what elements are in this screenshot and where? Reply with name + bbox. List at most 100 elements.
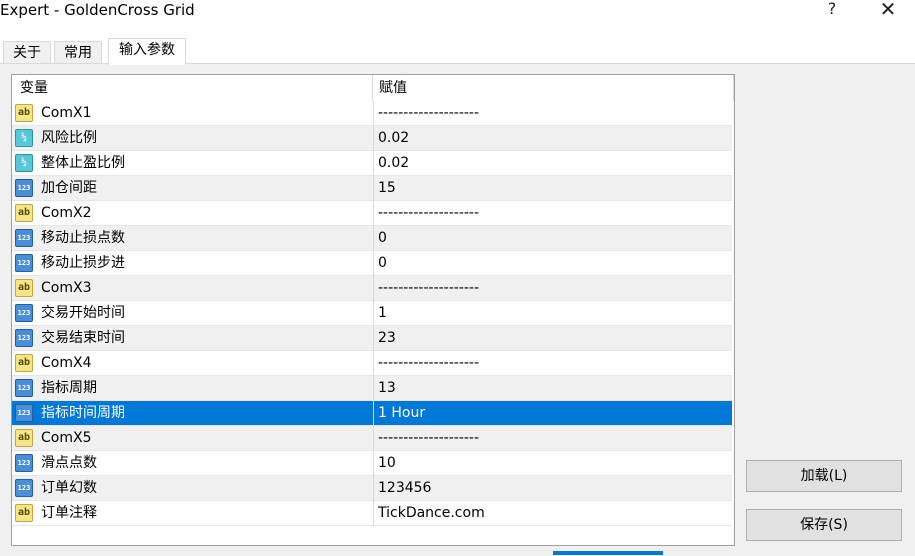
parameter-name: 指标时间周期 [41, 405, 125, 421]
parameter-row[interactable]: ab ComX3 -------------------- [12, 276, 732, 301]
column-divider [373, 326, 374, 351]
parameter-value[interactable]: -------------------- [378, 201, 479, 225]
column-header-variable[interactable]: 变量 [12, 75, 373, 101]
parameter-row[interactable]: 123 交易开始时间 1 [12, 301, 732, 326]
parameter-name: 移动止损点数 [41, 230, 125, 246]
parameter-name: ComX1 [41, 105, 92, 121]
parameter-value[interactable]: 15 [378, 176, 396, 200]
column-divider [373, 151, 374, 176]
parameter-row[interactable]: 123 滑点点数 10 [12, 451, 732, 476]
column-divider [373, 401, 374, 426]
integer-icon: 123 [15, 254, 33, 272]
parameter-value[interactable]: 13 [378, 376, 396, 400]
parameter-row[interactable]: ½ 风险比例 0.02 [12, 126, 732, 151]
parameters-grid[interactable]: 变量 赋值 ab ComX1 -------------------- ½ 风险比例 0.… [11, 74, 735, 546]
parameter-value[interactable]: -------------------- [378, 276, 479, 300]
column-divider [373, 201, 374, 226]
string-icon: ab [15, 354, 33, 372]
parameter-value[interactable]: -------------------- [378, 351, 479, 375]
integer-icon: 123 [15, 379, 33, 397]
parameter-row[interactable]: 123 指标时间周期 1 Hour [12, 401, 732, 426]
column-divider [373, 451, 374, 476]
parameter-name: ComX3 [41, 280, 92, 296]
column-divider [373, 101, 374, 126]
column-divider [373, 376, 374, 401]
parameter-row[interactable]: 123 交易结束时间 23 [12, 326, 732, 351]
parameter-row[interactable]: ab ComX1 -------------------- [12, 101, 732, 126]
inputs-panel: 变量 赋值 ab ComX1 -------------------- ½ 风险比例 0.… [0, 63, 915, 556]
double-icon: ½ [15, 129, 33, 147]
parameter-value[interactable]: 23 [378, 326, 396, 350]
tab-inputs[interactable]: 输入参数 [108, 38, 186, 65]
column-divider [373, 251, 374, 276]
title-bar: Expert - GoldenCross Grid ? ✕ [0, 0, 915, 30]
integer-icon: 123 [15, 229, 33, 247]
parameter-name: 指标周期 [41, 380, 97, 396]
parameter-value[interactable]: 1 [378, 301, 387, 325]
parameter-value[interactable]: TickDance.com [378, 501, 485, 525]
integer-icon: 123 [15, 329, 33, 347]
integer-icon: 123 [15, 304, 33, 322]
parameter-row[interactable]: ab ComX2 -------------------- [12, 201, 732, 226]
integer-icon: 123 [15, 179, 33, 197]
parameter-value[interactable]: 10 [378, 451, 396, 475]
parameter-row[interactable]: ab ComX5 -------------------- [12, 426, 732, 451]
help-button[interactable]: ? [812, 0, 852, 22]
string-icon: ab [15, 279, 33, 297]
parameter-value[interactable]: 0.02 [378, 126, 409, 150]
parameter-row[interactable]: ab ComX4 -------------------- [12, 351, 732, 376]
parameter-value[interactable]: -------------------- [378, 101, 479, 125]
column-divider [373, 126, 374, 151]
parameter-value[interactable]: 0 [378, 251, 387, 275]
column-divider [373, 476, 374, 501]
string-icon: ab [15, 104, 33, 122]
parameter-row[interactable]: 123 移动止损步进 0 [12, 251, 732, 276]
integer-icon: 123 [15, 454, 33, 472]
parameter-row[interactable]: 123 订单幻数 123456 [12, 476, 732, 501]
parameter-row[interactable]: ab 订单注释 TickDance.com [12, 501, 732, 526]
integer-icon: 123 [15, 479, 33, 497]
parameter-name: 交易开始时间 [41, 305, 125, 321]
parameter-value[interactable]: 0 [378, 226, 387, 250]
tab-bar: 关于 常用 输入参数 [0, 38, 915, 65]
parameter-row[interactable]: ½ 整体止盈比例 0.02 [12, 151, 732, 176]
parameter-name: 订单注释 [41, 505, 97, 521]
parameter-name: 订单幻数 [41, 480, 97, 496]
column-divider [373, 276, 374, 301]
parameter-row[interactable]: 123 移动止损点数 0 [12, 226, 732, 251]
parameter-row[interactable]: 123 指标周期 13 [12, 376, 732, 401]
column-divider [373, 176, 374, 201]
string-icon: ab [15, 204, 33, 222]
column-header-value[interactable]: 赋值 [373, 75, 734, 101]
parameter-name: 移动止损步进 [41, 255, 125, 271]
window-title: Expert - GoldenCross Grid [0, 1, 195, 19]
parameter-name: ComX4 [41, 355, 92, 371]
string-icon: ab [15, 429, 33, 447]
close-button[interactable]: ✕ [868, 0, 908, 22]
parameter-name: 滑点点数 [41, 455, 97, 471]
column-divider [373, 426, 374, 451]
focus-indicator [553, 551, 663, 555]
column-divider [373, 226, 374, 251]
column-divider [373, 501, 374, 526]
parameter-name: ComX2 [41, 205, 92, 221]
parameter-value[interactable]: -------------------- [378, 426, 479, 450]
parameter-value[interactable]: 0.02 [378, 151, 409, 175]
tab-about[interactable]: 关于 [3, 41, 51, 64]
parameter-name: 整体止盈比例 [41, 155, 125, 171]
parameter-row[interactable]: 123 加仓间距 15 [12, 176, 732, 201]
string-icon: ab [15, 504, 33, 522]
parameter-value[interactable]: 1 Hour [378, 401, 425, 425]
double-icon: ½ [15, 154, 33, 172]
parameter-value[interactable]: 123456 [378, 476, 431, 500]
parameter-name: 风险比例 [41, 130, 97, 146]
grid-header: 变量 赋值 [12, 75, 734, 101]
parameter-name: 加仓间距 [41, 180, 97, 196]
integer-icon: 123 [15, 404, 33, 422]
column-divider [373, 351, 374, 376]
parameter-name: 交易结束时间 [41, 330, 125, 346]
save-button[interactable]: 保存(S) [746, 509, 902, 541]
load-button[interactable]: 加载(L) [746, 460, 902, 492]
column-divider [373, 301, 374, 326]
tab-common[interactable]: 常用 [54, 41, 102, 64]
